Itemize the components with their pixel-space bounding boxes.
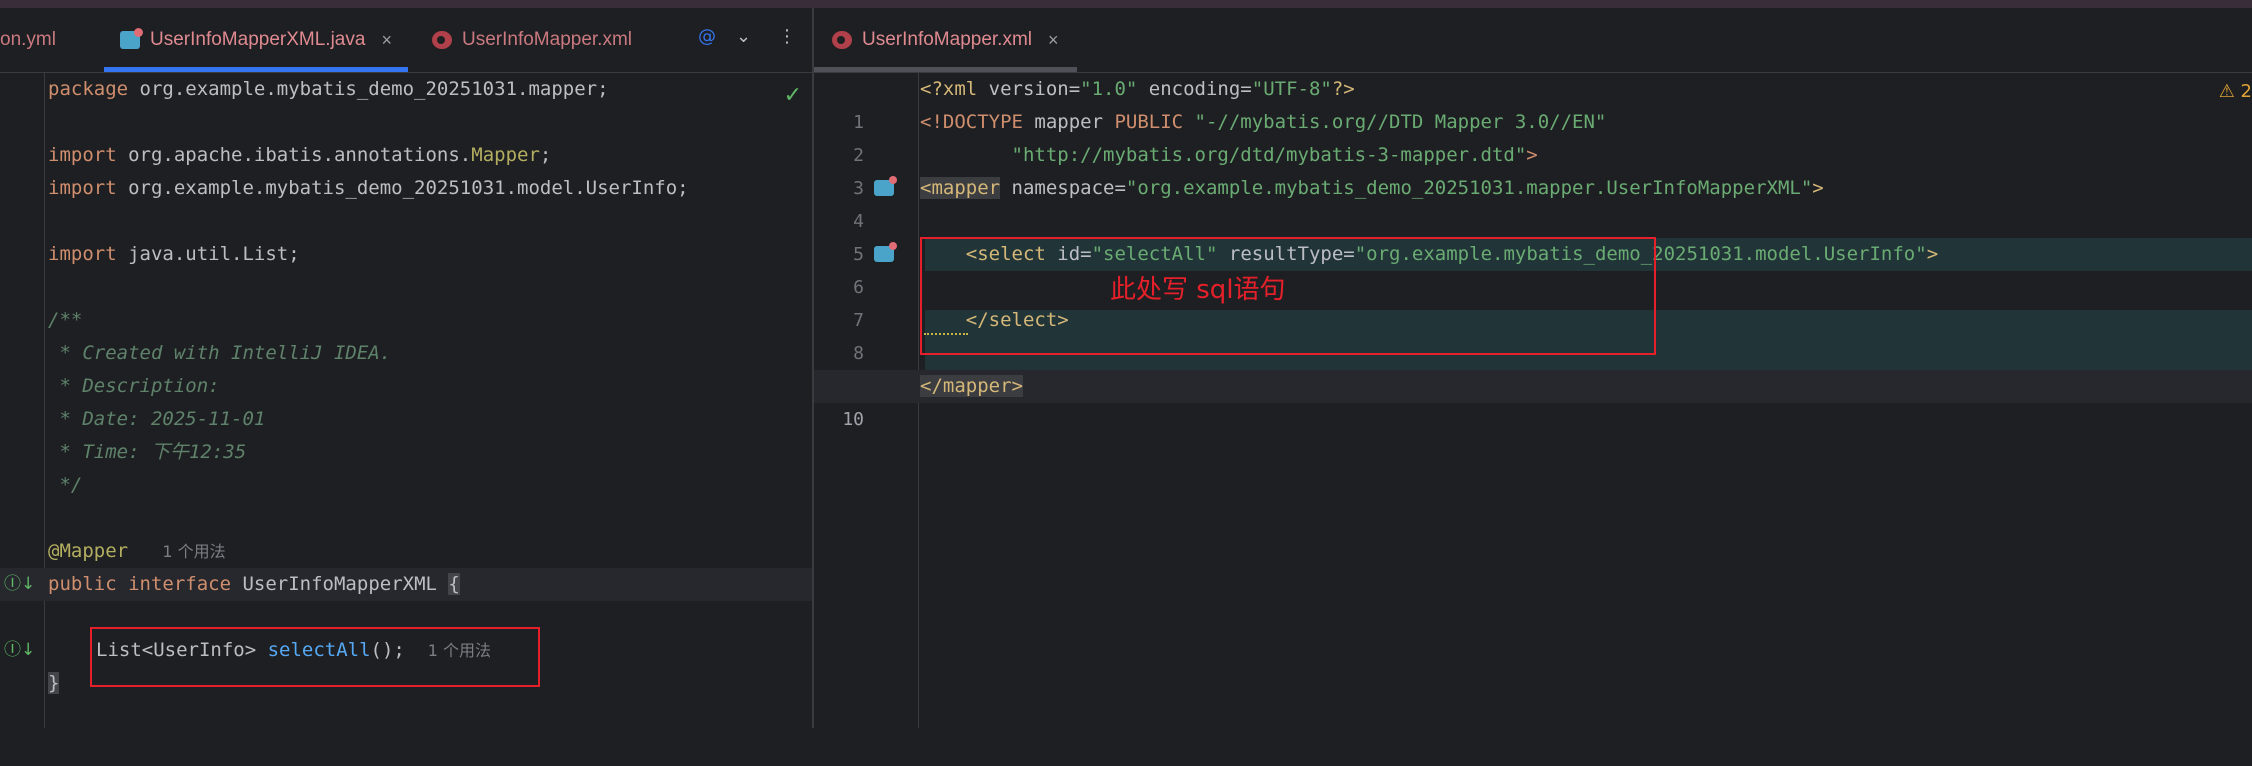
doc-comment-line: * Time: 下午12:35 [0,436,812,469]
active-tab-underline [814,67,1077,72]
usage-hint[interactable]: 1 个用法 [162,542,225,561]
tab-label: UserInfoMapper.xml [862,29,1032,51]
mybatis-xml-file-icon [432,31,452,49]
left-tab-bar: on.yml UserInfoMapperXML.java × UserInfo… [0,8,812,73]
doc-comment-line: /** [0,304,812,337]
implemented-gutter-icon[interactable]: Ⓘ↓ [4,568,35,601]
mybatis-navigate-gutter-icon[interactable] [874,246,894,262]
close-icon[interactable]: × [1048,30,1059,51]
java-interface-file-icon [120,31,140,49]
select-block-highlight-box [920,237,1656,355]
doc-comment-line: * Created with IntelliJ IDEA. [0,337,812,370]
close-icon[interactable]: × [381,30,392,51]
xml-code-editor[interactable]: ⚠ 2 1 <?xml version="1.0" encoding="UTF-… [814,73,2252,728]
current-code-line: 10 </mapper> [814,370,2252,403]
java-code-editor[interactable]: ✓ package org.example.mybatis_demo_20251… [0,73,812,728]
code-line: 4 <mapper namespace="org.example.mybatis… [814,172,2252,205]
implemented-gutter-icon[interactable]: Ⓘ↓ [4,634,35,667]
code-line: package org.example.mybatis_demo_2025103… [0,73,812,106]
tab-userinfomapper-xml[interactable]: UserInfoMapper.xml × [814,8,1077,72]
tab-label: UserInfoMapperXML.java [150,29,365,51]
mybatis-navigate-gutter-icon[interactable] [874,180,894,196]
doc-comment-line: * Date: 2025-11-01 [0,403,812,436]
tab-label: on.yml [0,29,56,51]
method-highlight-box [90,627,540,687]
tab-application-yml[interactable]: on.yml [0,8,56,72]
doc-comment-line: */ [0,469,812,502]
doc-comment-line: * Description: [0,370,812,403]
mybatis-xml-file-icon [832,31,852,49]
active-tab-underline [104,67,408,72]
tab-label: UserInfoMapper.xml [462,29,632,51]
code-line: import org.apache.ibatis.annotations.Map… [0,139,812,172]
code-line: 2 <!DOCTYPE mapper PUBLIC "-//mybatis.or… [814,106,2252,139]
tab-userinfomapperxml-java[interactable]: UserInfoMapperXML.java × [104,8,408,72]
more-options-icon[interactable]: ⋮ [778,26,796,47]
code-line: 1 <?xml version="1.0" encoding="UTF-8"?> [814,73,2252,106]
left-editor-pane: on.yml UserInfoMapperXML.java × UserInfo… [0,8,812,728]
overflow-tab-icon[interactable]: @ [698,26,716,47]
right-tab-bar: UserInfoMapper.xml × [814,8,2252,73]
code-line: 5 [814,205,2252,238]
code-line: 3 "http://mybatis.org/dtd/mybatis-3-mapp… [814,139,2252,172]
window-top-strip [0,0,2252,8]
code-line: import org.example.mybatis_demo_20251031… [0,172,812,205]
right-editor-pane: UserInfoMapper.xml × ⚠ 2 1 <?xml version… [814,8,2252,728]
code-line: import java.util.List; [0,238,812,271]
current-code-line: Ⓘ↓ public interface UserInfoMapperXML { [0,568,812,601]
tab-userinfomapper-xml[interactable]: UserInfoMapper.xml [432,8,632,72]
code-line: @Mapper 1 个用法 [0,535,812,568]
chevron-down-icon[interactable]: ⌄ [736,26,751,47]
